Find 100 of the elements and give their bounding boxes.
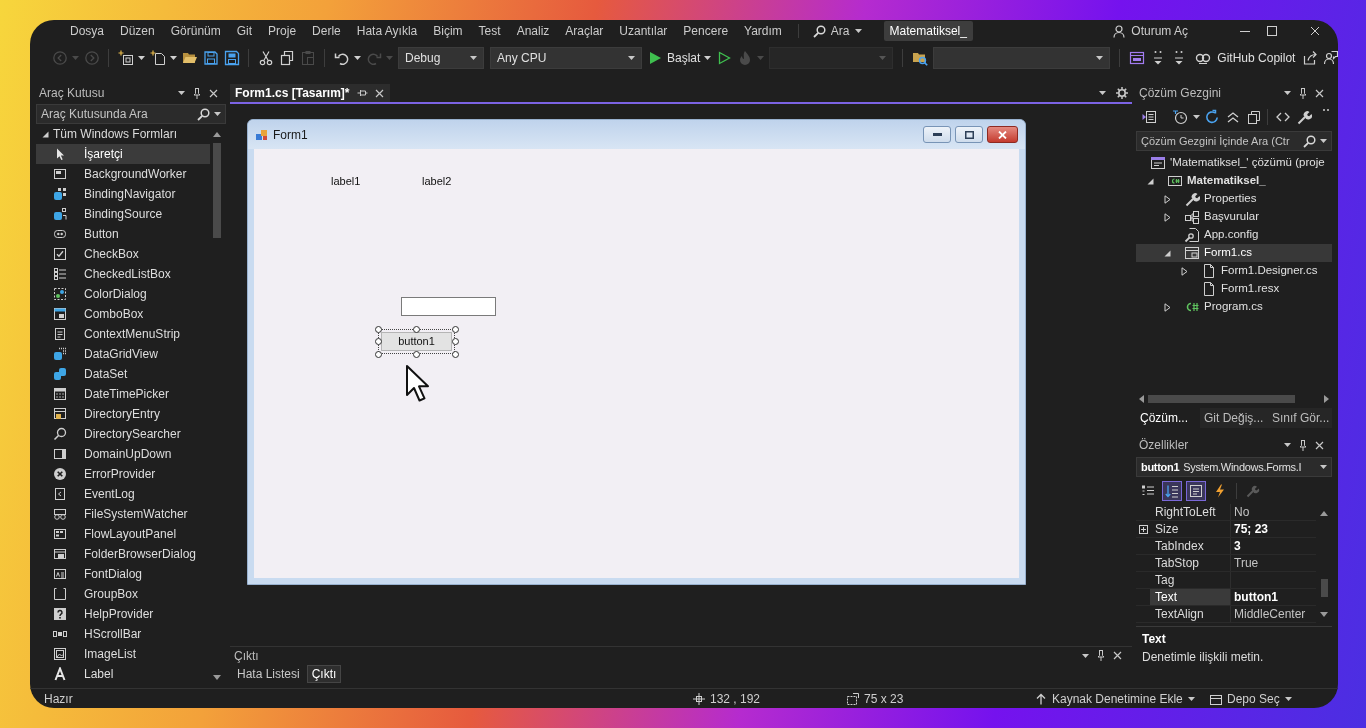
pin-icon[interactable] <box>1299 87 1307 99</box>
toolbox-item[interactable]: FolderBrowserDialog <box>36 544 210 564</box>
tree-item[interactable]: Form1.Designer.cs <box>1136 262 1332 280</box>
toolbox-item[interactable]: EventLog <box>36 484 210 504</box>
search-field[interactable]: Çözüm Gezgini İçinde Ara (Ctr <box>1136 131 1332 151</box>
menu-item[interactable]: Yardım <box>744 22 782 40</box>
maximize-button[interactable] <box>955 126 983 143</box>
caret-icon[interactable] <box>354 56 361 60</box>
copilot-button[interactable]: GitHub Copilot <box>1189 47 1300 69</box>
resize-handle[interactable] <box>413 326 420 333</box>
minimize-button[interactable] <box>923 126 951 143</box>
pin-icon[interactable] <box>1097 650 1105 661</box>
scroll-up-icon[interactable] <box>1320 511 1328 516</box>
property-value[interactable]: button1 <box>1230 589 1316 605</box>
scroll-right-icon[interactable] <box>1324 395 1329 403</box>
caret-icon[interactable] <box>170 56 177 60</box>
tree-item[interactable]: 'Matematiksel_' çözümü (proje <box>1136 154 1332 172</box>
maximize-icon[interactable] <box>1267 26 1277 36</box>
property-value[interactable]: 3 <box>1230 538 1316 554</box>
property-value[interactable]: No <box>1230 504 1316 520</box>
triangle-down-icon[interactable] <box>42 130 49 138</box>
caret-icon[interactable] <box>1099 91 1106 95</box>
toolbox-item[interactable]: DomainUpDown <box>36 444 210 464</box>
caret-icon[interactable] <box>1082 653 1089 658</box>
caret-icon[interactable] <box>470 56 477 60</box>
share-icon[interactable] <box>1301 50 1318 66</box>
tree-item[interactable]: Form1.cs <box>1136 244 1332 262</box>
caret-icon[interactable] <box>628 56 635 60</box>
menu-item[interactable]: Dosya <box>70 22 104 40</box>
toolbox-item[interactable]: DataSet <box>36 364 210 384</box>
toolbox-item[interactable]: ContextMenuStrip <box>36 324 210 344</box>
search-icon[interactable] <box>1303 134 1316 148</box>
start-button[interactable]: Başlat <box>645 47 703 69</box>
panel-tab[interactable]: Çözüm... <box>1136 408 1200 428</box>
pin-icon[interactable] <box>1299 439 1307 451</box>
caret-icon[interactable] <box>854 29 862 33</box>
search-button[interactable]: Ara <box>812 22 862 40</box>
toolbox-item[interactable]: DirectorySearcher <box>36 424 210 444</box>
scrollbar-thumb[interactable] <box>1148 395 1295 403</box>
sort-list-button[interactable] <box>1162 481 1182 501</box>
search-field[interactable]: Araç Kutusunda Ara <box>36 104 226 124</box>
close-icon[interactable] <box>374 88 384 98</box>
toolbox-item[interactable]: DateTimePicker <box>36 384 210 404</box>
scroll-down-icon[interactable] <box>1320 612 1328 617</box>
toolbox-item[interactable]: ColorDialog <box>36 284 210 304</box>
menu-item[interactable]: Pencere <box>683 22 729 40</box>
text-field[interactable] <box>401 297 496 316</box>
triangle-right-icon[interactable] <box>1181 266 1188 276</box>
close-icon[interactable] <box>1113 651 1122 660</box>
menu-item[interactable]: Hata Ayıkla <box>356 22 418 40</box>
triangle-right-icon[interactable] <box>1164 212 1171 222</box>
toolbox-item[interactable]: ImageList <box>36 644 210 664</box>
toolbox-item[interactable]: GroupBox <box>36 584 210 604</box>
sign-in-button[interactable]: Oturum Aç <box>1113 22 1188 40</box>
property-value[interactable]: MiddleCenter <box>1230 606 1316 622</box>
object-selector[interactable]: button1 System.Windows.Forms.I <box>1136 457 1332 477</box>
caret-icon[interactable] <box>1284 443 1291 447</box>
new-file-icon[interactable] <box>149 50 166 66</box>
menu-item[interactable]: Proje <box>268 22 297 40</box>
toolbox-item[interactable]: BackgroundWorker <box>36 164 210 184</box>
tree-item[interactable]: Matematiksel_ <box>1136 172 1332 190</box>
new-project-icon[interactable] <box>117 50 134 66</box>
menu-item[interactable]: Derle <box>312 22 341 40</box>
caret-icon[interactable] <box>1187 696 1195 701</box>
menu-item[interactable]: Uzantılar <box>619 22 668 40</box>
toolbox-item[interactable]: BindingSource <box>36 204 210 224</box>
toolbox-item[interactable]: Button <box>36 224 210 244</box>
scroll-left-icon[interactable] <box>1139 395 1144 403</box>
scroll-up-icon[interactable] <box>212 132 221 137</box>
dropdown[interactable]: Any CPU <box>490 47 642 69</box>
settings-icon[interactable] <box>1116 87 1128 99</box>
toolbox-item[interactable]: Label <box>36 664 210 684</box>
panel-tab[interactable]: Sınıf Gör... <box>1268 408 1332 428</box>
toolbox-item[interactable]: FileSystemWatcher <box>36 504 210 524</box>
property-value[interactable]: True <box>1230 555 1316 571</box>
close-icon[interactable] <box>1315 88 1324 98</box>
search-icon[interactable] <box>812 24 826 38</box>
pages-icon[interactable] <box>1246 109 1262 125</box>
toolbox-item[interactable]: HScrollBar <box>36 624 210 644</box>
triangle-right-icon[interactable] <box>1164 194 1171 204</box>
scrollbar-thumb[interactable] <box>212 143 221 238</box>
caret-icon[interactable] <box>138 56 145 60</box>
caret-icon[interactable] <box>1320 139 1327 143</box>
sync-icon[interactable] <box>1204 109 1220 125</box>
menu-item[interactable]: Düzen <box>120 22 155 40</box>
feedback-icon[interactable] <box>1322 50 1338 66</box>
toolbox-item[interactable]: CheckBox <box>36 244 210 264</box>
panel-tab[interactable]: Hata Listesi <box>232 665 305 683</box>
menu-item[interactable]: Biçim <box>433 22 463 40</box>
folder-search-icon[interactable] <box>911 50 928 66</box>
source-control-button[interactable]: Kaynak Denetimine Ekle <box>1035 689 1210 708</box>
wrench-icon[interactable] <box>1296 109 1312 125</box>
toolbox-item[interactable]: ComboBox <box>36 304 210 324</box>
toolbox-item[interactable]: DataGridView <box>36 344 210 364</box>
tree-item[interactable]: Form1.resx <box>1136 280 1332 298</box>
tree-item[interactable]: Program.cs <box>1136 298 1332 316</box>
menu-item[interactable]: Analiz <box>516 22 550 40</box>
close-icon[interactable] <box>209 88 218 98</box>
caret-icon[interactable] <box>214 112 221 116</box>
triangle-right-icon[interactable] <box>1164 302 1171 312</box>
